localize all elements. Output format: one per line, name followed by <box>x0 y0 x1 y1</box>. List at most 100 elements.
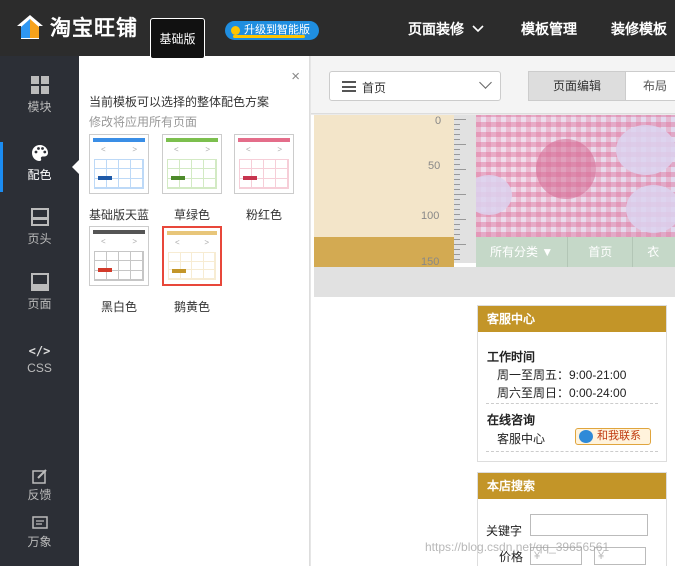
logo[interactable]: 淘宝旺铺 <box>16 12 138 42</box>
page-select[interactable]: 首页 <box>329 71 501 101</box>
flower-decoration <box>616 125 675 175</box>
sidebar-item-color-scheme[interactable]: 配色 <box>0 142 79 192</box>
flower-decoration <box>626 185 675 233</box>
ruler-tick <box>454 219 466 220</box>
chat-icon <box>579 430 593 443</box>
tab-page-edit[interactable]: 页面编辑 <box>528 71 626 101</box>
color-scheme-label[interactable]: 基础版天蓝 <box>79 206 159 223</box>
sidebar-item-wanxiang[interactable]: 万象 <box>0 515 79 550</box>
ruler-tick <box>454 154 460 155</box>
editor-area: 首页 页面编辑 布局 0 50 100 150 所有分类 ▼ 首页 衣 客服中心… <box>311 56 675 566</box>
sidebar-item-label: 页面 <box>27 297 52 311</box>
sidebar-item-css[interactable]: </> CSS <box>0 340 79 390</box>
nav-decoration-templates[interactable]: 装修模板 <box>611 0 667 56</box>
sidebar-item-label: 配色 <box>27 168 52 182</box>
page-canvas: 0 50 100 150 所有分类 ▼ 首页 衣 客服中心 工作时间 周一至周五… <box>311 115 675 566</box>
category-clothing[interactable]: 衣 <box>633 237 673 267</box>
panel-subtitle: 修改将应用所有页面 <box>89 115 198 129</box>
ruler-tick <box>454 224 460 225</box>
editor-toolbar: 首页 页面编辑 布局 <box>311 56 675 114</box>
ruler-tick <box>454 159 460 160</box>
online-consult-title: 在线咨询 <box>487 413 536 427</box>
weekend-hours: 周六至周日：0:00-24:00 <box>497 386 627 400</box>
palette-icon <box>31 145 48 161</box>
upgrade-button[interactable]: 升级到智能版 <box>225 21 319 40</box>
ruler-tick <box>454 174 460 175</box>
sidebar-item-label: 页头 <box>27 232 52 246</box>
ruler-tick <box>454 179 460 180</box>
contact-label: 和我联系 <box>597 430 641 442</box>
sidebar-item-header[interactable]: 页头 <box>0 208 79 258</box>
layout-divider <box>314 267 675 297</box>
ruler-tick <box>454 129 460 130</box>
color-scheme-swatch[interactable]: < > <box>89 134 149 194</box>
chevron-down-icon <box>479 76 492 89</box>
nav-template-management[interactable]: 模板管理 <box>521 0 577 56</box>
menu-icon <box>342 81 356 92</box>
ruler-tick <box>454 119 466 120</box>
ruler-tick <box>454 184 460 185</box>
ruler-tick <box>454 214 460 215</box>
nav-label: 装修模板 <box>611 21 667 37</box>
color-scheme-swatch[interactable]: < > <box>162 134 222 194</box>
sidebar-item-feedback[interactable]: 反馈 <box>0 468 79 503</box>
watermark-text: https://blog.csdn.net/qq_39656561 <box>425 540 610 554</box>
contact-me-button[interactable]: 和我联系 <box>575 428 651 445</box>
ruler-tick <box>454 254 460 255</box>
ruler-label: 100 <box>421 210 440 222</box>
keyword-label: 关键字 <box>486 524 523 538</box>
keyword-input[interactable] <box>530 514 648 536</box>
ruler-tick <box>454 234 460 235</box>
nav-page-decoration[interactable]: 页面装修 <box>408 0 484 56</box>
edit-icon <box>31 469 47 484</box>
swatch-grid <box>94 159 144 189</box>
swatch-grid <box>168 252 216 280</box>
flower-decoration <box>476 175 512 215</box>
work-time-title: 工作时间 <box>487 350 536 364</box>
weekday-hours: 周一至周五：9:00-21:00 <box>497 368 627 382</box>
nav-label: 页面装修 <box>408 21 464 37</box>
ruler-tick <box>454 199 460 200</box>
module-title: 本店搜索 <box>478 473 666 499</box>
panel-title: 当前模板可以选择的整体配色方案 <box>89 95 270 109</box>
swatch-accent-mark <box>171 176 185 180</box>
header-icon <box>30 208 49 226</box>
page-select-value: 首页 <box>362 81 387 95</box>
swatch-header-bar <box>238 138 290 142</box>
code-icon: </> <box>28 344 51 358</box>
color-scheme-swatch[interactable]: < > <box>89 226 149 286</box>
swatch-accent-mark <box>243 176 257 180</box>
ribbon-bow-decoration <box>536 139 596 199</box>
swatch-accent-mark <box>172 269 186 273</box>
category-home[interactable]: 首页 <box>568 237 634 267</box>
swatch-grid <box>239 159 289 189</box>
sidebar-item-modules[interactable]: 模块 <box>0 76 79 126</box>
swatch-grid <box>94 251 144 281</box>
customer-service-module[interactable]: 客服中心 工作时间 周一至周五：9:00-21:00 周六至周日：0:00-24… <box>477 305 667 462</box>
divider <box>486 451 658 452</box>
service-label: 客服中心 <box>497 432 546 446</box>
swatch-arrows: < > <box>175 238 209 247</box>
swatch-arrows: < > <box>246 145 282 154</box>
close-icon[interactable]: × <box>291 68 300 85</box>
sidebar-item-page[interactable]: 页面 <box>0 273 79 323</box>
swoosh-decoration <box>233 35 305 38</box>
color-scheme-swatch[interactable]: < > <box>234 134 294 194</box>
nav-label: 模板管理 <box>521 21 577 37</box>
ruler-label: 50 <box>428 160 441 172</box>
color-scheme-panel: × 当前模板可以选择的整体配色方案 修改将应用所有页面 < > 基础版天蓝 < > 草绿色… <box>79 56 310 566</box>
tab-layout[interactable]: 布局 <box>625 71 675 101</box>
logo-text: 淘宝旺铺 <box>50 17 138 40</box>
color-scheme-label[interactable]: 鹅黄色 <box>152 298 232 315</box>
message-icon <box>31 516 48 529</box>
category-all[interactable]: 所有分类 ▼ <box>476 237 569 267</box>
color-scheme-label[interactable]: 草绿色 <box>152 206 232 223</box>
version-badge[interactable]: 基础版 <box>150 18 205 59</box>
color-scheme-label[interactable]: 粉红色 <box>224 206 304 223</box>
ruler-tick <box>454 259 460 260</box>
left-sidebar: 模块 配色 页头 页面 </> CSS 反馈 万象 <box>0 56 79 566</box>
color-scheme-label[interactable]: 黑白色 <box>79 298 159 315</box>
module-title: 客服中心 <box>478 306 666 332</box>
swatch-header-bar <box>93 138 145 142</box>
color-scheme-swatch[interactable]: < > <box>162 226 222 286</box>
